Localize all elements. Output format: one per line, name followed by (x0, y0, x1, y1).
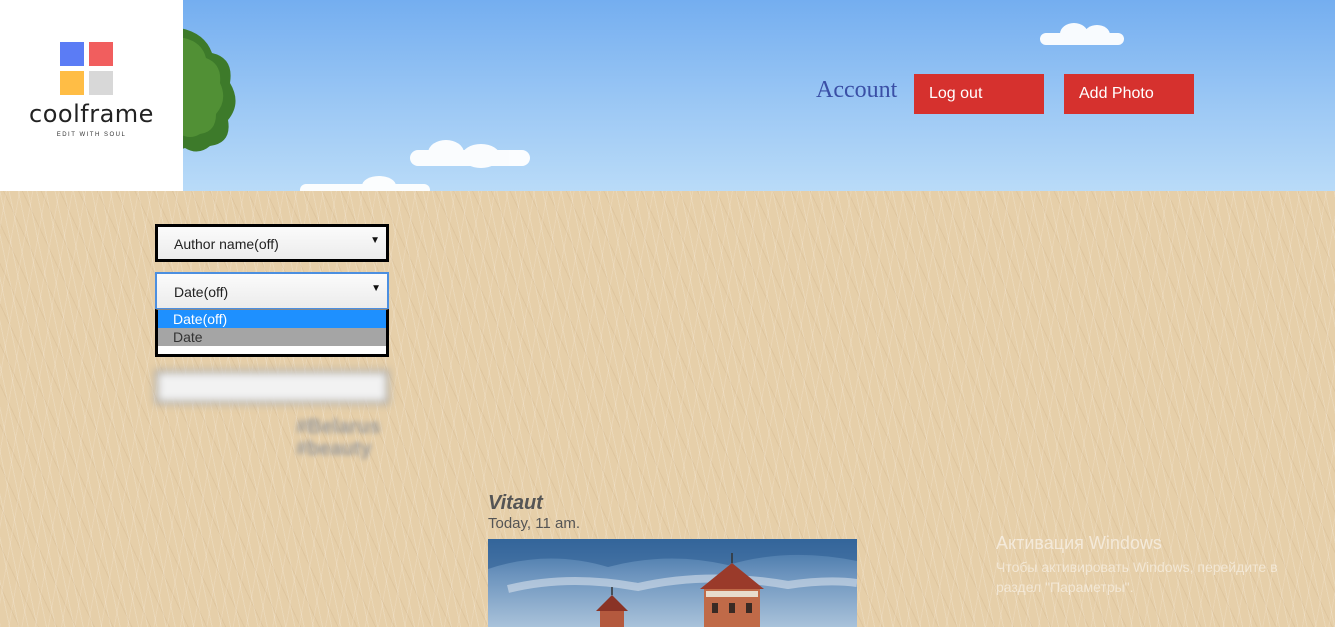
logout-button[interactable]: Log out (914, 74, 1044, 114)
blurred-tag-list: #Belarus #beauty (296, 416, 381, 460)
add-photo-button[interactable]: Add Photo (1064, 74, 1194, 114)
logo-squares-icon (60, 42, 113, 95)
account-link[interactable]: Account (816, 77, 897, 104)
date-filter-select[interactable]: Date(off) ▼ (155, 272, 389, 310)
date-filter-options: Date(off) Date (155, 309, 389, 357)
date-option-date[interactable]: Date (158, 328, 386, 346)
brand-name: coolframe (29, 100, 154, 128)
date-option-off[interactable]: Date(off) (158, 310, 386, 328)
post-author[interactable]: Vitaut (488, 492, 543, 515)
header-banner: coolframe EDIT WITH SOUL Account Log out… (0, 0, 1335, 191)
cloud (300, 176, 430, 191)
tag-item: #beauty (296, 438, 372, 460)
blurred-search-field (155, 370, 389, 404)
author-filter-value: Author name(off) (174, 236, 279, 252)
post-photo[interactable] (488, 539, 857, 627)
author-filter-select[interactable]: Author name(off) ▼ (155, 224, 389, 262)
brand-tagline: EDIT WITH SOUL (56, 132, 127, 138)
windows-activation-title: Активация Windows (996, 533, 1162, 553)
brand-logo[interactable]: coolframe EDIT WITH SOUL (0, 0, 183, 191)
tag-item: #Belarus (296, 416, 381, 438)
cloud (1040, 23, 1124, 45)
date-filter-value: Date(off) (174, 284, 229, 300)
cloud (410, 140, 530, 168)
post-timestamp: Today, 11 am. (488, 515, 580, 532)
dropdown-arrow-icon: ▼ (371, 283, 381, 294)
dropdown-arrow-icon: ▼ (370, 235, 380, 246)
castle-photo-image (488, 539, 857, 627)
windows-activation-subtitle: Чтобы активировать Windows, перейдите в … (996, 559, 1278, 595)
